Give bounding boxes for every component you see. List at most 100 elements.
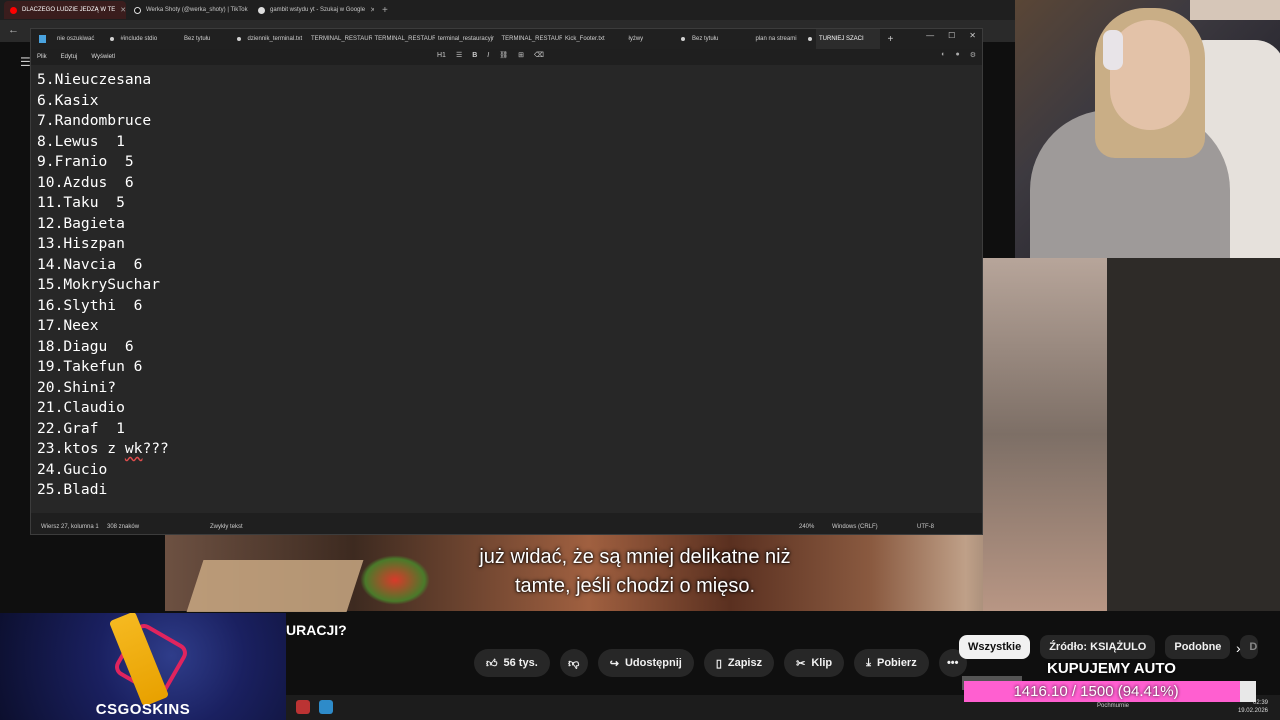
editor-line: 22.Graf 1 bbox=[37, 419, 125, 437]
maximize-icon[interactable]: ☐ bbox=[948, 31, 955, 40]
chip-more[interactable]: D bbox=[1240, 635, 1259, 659]
status-bar: Wiersz 27, kolumna 1 308 znaków Zwykły t… bbox=[31, 521, 982, 535]
browser-tab-youtube[interactable]: DLACZEGO LUDZIE JEDZĄ W TE ✕ bbox=[4, 1, 126, 19]
notepad-tab[interactable]: Bez tytułu bbox=[689, 29, 753, 49]
heading-dropdown[interactable]: H1 bbox=[437, 52, 446, 59]
clip-button[interactable]: ✂ Klip bbox=[784, 649, 845, 677]
editor-line: 25.Bladi bbox=[37, 481, 108, 498]
notepad-tab-title: TERMINAL_RESTAUR bbox=[374, 36, 436, 42]
menu-file[interactable]: Plik bbox=[37, 54, 47, 60]
notepad-tab[interactable]: łyżwy bbox=[626, 29, 690, 49]
sponsor-logo: CSGOSKINS bbox=[95, 701, 191, 718]
chip-source[interactable]: Źródło: KSIĄŻULO bbox=[1040, 635, 1156, 659]
bookmark-icon: ▯ bbox=[715, 657, 722, 670]
close-icon[interactable]: ✕ bbox=[120, 6, 126, 14]
notepad-tabs: nie oszukiwać #include stdio Bez tytułu dzi… bbox=[54, 29, 880, 49]
goal-progress-text: 1416.10 / 1500 (94.41%) bbox=[1013, 683, 1179, 700]
text-editor[interactable]: 5.Nieuczesana 6.Kasix 7.Randombruce 8.Lewus… bbox=[31, 65, 982, 513]
settings-icon[interactable]: ⚙ bbox=[970, 51, 976, 59]
encoding[interactable]: UTF-8 bbox=[917, 524, 934, 530]
minimize-icon[interactable]: — bbox=[926, 31, 934, 40]
notepad-tab[interactable]: TERMINAL_RESTAUR bbox=[308, 29, 372, 49]
editor-line: 6.Kasix bbox=[37, 91, 99, 109]
download-label: Pobierz bbox=[876, 657, 917, 669]
notepad-tab[interactable]: TERMINAL_RESTAUR bbox=[499, 29, 563, 49]
clear-format-icon[interactable]: ⌫ bbox=[534, 51, 544, 59]
notepad-tab[interactable]: dziennik_terminal.txt bbox=[245, 29, 309, 49]
notepad-tab[interactable]: #include stdio bbox=[118, 29, 182, 49]
share-button[interactable]: ↪ Udostępnij bbox=[597, 649, 694, 677]
notepad-tab[interactable]: TURNIEJ SZACI bbox=[816, 29, 880, 49]
save-label: Zapisz bbox=[727, 657, 763, 669]
text-mode[interactable]: Zwykły tekst bbox=[210, 524, 243, 530]
copilot-icon[interactable]: ◐ bbox=[941, 51, 945, 59]
back-arrow-icon[interactable]: ← bbox=[8, 24, 19, 36]
menu-view[interactable]: Wyświetl bbox=[91, 54, 115, 60]
chip-similar[interactable]: Podobne bbox=[1165, 635, 1231, 659]
browser-tab-tiktok[interactable]: Werka Shoty (@werka_shoty) | TikTok ✕ bbox=[128, 1, 250, 19]
menu-edit[interactable]: Edytuj bbox=[61, 54, 78, 60]
headset bbox=[1103, 30, 1123, 70]
unsaved-dot-icon bbox=[808, 37, 812, 41]
food-dish bbox=[360, 555, 430, 605]
youtube-icon bbox=[10, 6, 17, 14]
notepad-tab[interactable]: Bez tytułu bbox=[181, 29, 245, 49]
notepad-tab-title: dziennik_terminal.txt bbox=[247, 36, 303, 42]
thumbs-down-icon: 👎︎ bbox=[568, 657, 580, 670]
notepad-tab[interactable]: TERMINAL_RESTAUR bbox=[372, 29, 436, 49]
list-icon[interactable]: ☰ bbox=[456, 51, 462, 59]
editor-line: 17.Neex bbox=[37, 317, 99, 334]
editor-line: 13.Hiszpan bbox=[37, 235, 125, 252]
editor-line: 15.MokrySuchar bbox=[37, 276, 161, 293]
notepad-app-icon bbox=[39, 35, 46, 43]
google-icon bbox=[258, 6, 265, 14]
notepad-window: nie oszukiwać #include stdio Bez tytułu dzi… bbox=[30, 28, 983, 535]
close-icon[interactable]: ✕ bbox=[370, 6, 374, 14]
account-icon[interactable]: ● bbox=[955, 51, 959, 59]
editor-line: 20.Shini? bbox=[37, 378, 117, 396]
editor-line: 5.Nieuczesana bbox=[37, 71, 152, 88]
download-button[interactable]: ⤓ Pobierz bbox=[854, 649, 929, 677]
notepad-icon[interactable] bbox=[319, 700, 333, 714]
tiktok-icon bbox=[134, 6, 141, 14]
background-panel bbox=[1107, 258, 1280, 611]
browser-tab-title: DLACZEGO LUDZIE JEDZĄ W TE bbox=[22, 7, 116, 13]
line-ending[interactable]: Windows (CRLF) bbox=[832, 524, 878, 530]
notepad-tab-strip: nie oszukiwać #include stdio Bez tytułu dzi… bbox=[31, 29, 982, 49]
notepad-tab-title: Kick_Footer.txt bbox=[565, 36, 605, 42]
chip-all[interactable]: Wszystkie bbox=[959, 635, 1031, 659]
save-button[interactable]: ▯ Zapisz bbox=[703, 649, 775, 677]
table-icon[interactable]: ⊞ bbox=[518, 51, 524, 59]
browser-tab-google[interactable]: gambit wstydu yt - Szukaj w Google ✕ bbox=[252, 1, 374, 19]
notepad-tab-title: TERMINAL_RESTAUR bbox=[311, 36, 372, 42]
dislike-button[interactable]: 👎︎ bbox=[559, 649, 588, 677]
notepad-tab-title: terminal_restauracyjr bbox=[438, 36, 495, 42]
notepad-tab[interactable]: plan na streami bbox=[753, 29, 817, 49]
close-icon[interactable]: ✕ bbox=[969, 31, 976, 40]
screen: DLACZEGO LUDZIE JEDZĄ W TE ✕ Werka Shoty… bbox=[0, 0, 1280, 720]
bold-icon[interactable]: B bbox=[472, 52, 477, 59]
related-filter-chips: Wszystkie Źródło: KSIĄŻULO Podobne D bbox=[959, 635, 1259, 659]
editor-line: 10.Azdus 6 bbox=[37, 173, 134, 191]
notepad-tab[interactable]: terminal_restauracyjr bbox=[435, 29, 499, 49]
new-tab-button[interactable]: + bbox=[888, 34, 894, 45]
chevron-right-icon[interactable]: › bbox=[1236, 640, 1241, 656]
notepad-tab[interactable]: Kick_Footer.txt bbox=[562, 29, 626, 49]
italic-icon[interactable]: I bbox=[487, 52, 489, 59]
link-icon[interactable]: ⛓ bbox=[499, 51, 508, 59]
sponsor-ad: CSGOSKINS bbox=[0, 613, 286, 720]
unsaved-dot-icon bbox=[109, 37, 114, 41]
editor-line: 23.ktos z wk??? bbox=[37, 440, 169, 457]
like-button[interactable]: 👍︎ 56 tys. bbox=[474, 649, 550, 677]
zoom-level[interactable]: 240% bbox=[799, 524, 814, 530]
scissors-icon: ✂ bbox=[796, 657, 806, 670]
notepad-tab[interactable]: nie oszukiwać bbox=[54, 29, 118, 49]
download-icon: ⤓ bbox=[866, 656, 871, 669]
notepad-tab-title: Bez tytułu bbox=[184, 36, 211, 42]
editor-line: 7.Randombruce bbox=[37, 112, 152, 129]
weather-widget[interactable]: Pochmurnie bbox=[1097, 703, 1129, 709]
like-count: 56 tys. bbox=[503, 657, 538, 669]
editor-line: 19.Takefun 6 bbox=[37, 358, 143, 375]
new-tab-button[interactable]: + bbox=[376, 5, 394, 16]
brave-icon[interactable] bbox=[296, 700, 310, 714]
